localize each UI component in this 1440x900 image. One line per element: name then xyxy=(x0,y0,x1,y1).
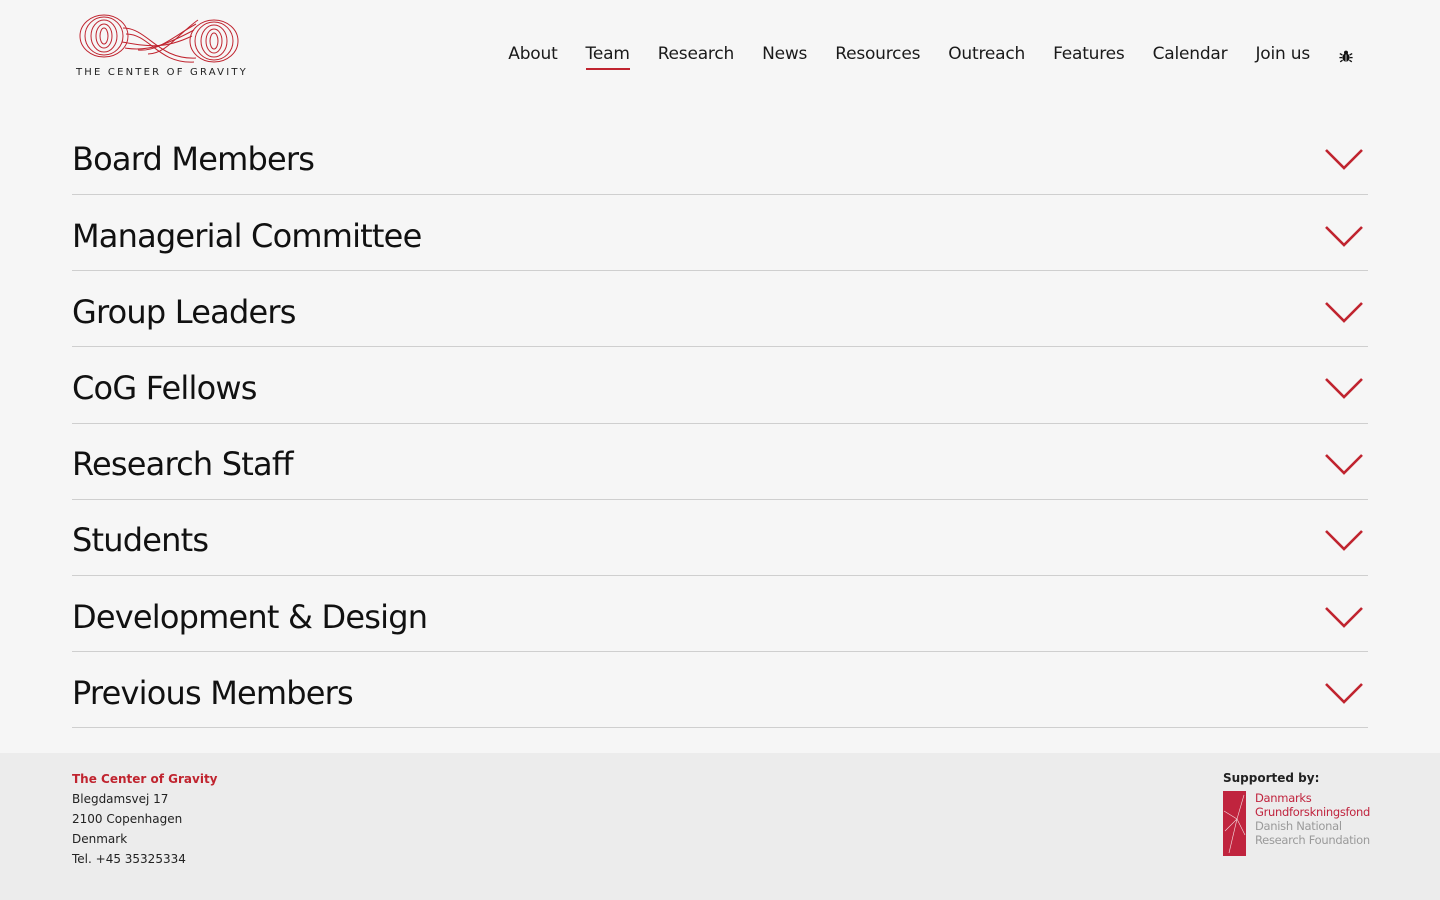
section-title: Development & Design xyxy=(72,597,428,636)
section-title: Board Members xyxy=(72,140,315,178)
nav-outreach[interactable]: Outreach xyxy=(948,44,1025,67)
chevron-down-icon[interactable] xyxy=(1324,452,1364,476)
section-title: Managerial Committee xyxy=(72,216,422,255)
accordion-cog-fellows[interactable]: CoG Fellows xyxy=(72,347,1368,424)
nav-resources[interactable]: Resources xyxy=(835,44,920,67)
footer-sponsor: Supported by: Danmarks Grundforskningsfo… xyxy=(1223,769,1373,857)
accordion-group-leaders[interactable]: Group Leaders xyxy=(72,271,1368,348)
accordion-development-design[interactable]: Development & Design xyxy=(72,576,1368,653)
sponsor-name-en-1: Danish National xyxy=(1255,819,1342,833)
nav-about[interactable]: About xyxy=(508,44,557,67)
dnrf-logo-icon xyxy=(1223,791,1246,856)
chevron-down-icon[interactable] xyxy=(1324,528,1364,552)
accordion-previous-members[interactable]: Previous Members xyxy=(72,652,1368,729)
footer-address: The Center of Gravity Blegdamsvej 17 210… xyxy=(72,769,218,869)
dnrf-logo-link[interactable]: Danmarks Grundforskningsfond Danish Nati… xyxy=(1223,791,1373,857)
chevron-down-icon[interactable] xyxy=(1324,147,1364,171)
nav-features[interactable]: Features xyxy=(1053,44,1125,67)
section-title: Group Leaders xyxy=(72,292,296,331)
accordion-board-members[interactable]: Board Members xyxy=(72,118,1368,195)
section-title: Research Staff xyxy=(72,445,294,484)
footer-org-name: The Center of Gravity xyxy=(72,772,218,786)
nav-team[interactable]: Team xyxy=(585,44,630,70)
nav-calendar[interactable]: Calendar xyxy=(1153,44,1228,67)
sponsor-name-da-2: Grundforskningsfond xyxy=(1255,805,1371,819)
chevron-down-icon[interactable] xyxy=(1324,300,1364,324)
team-accordion: Board Members Managerial Committee Group… xyxy=(72,118,1368,729)
accordion-managerial-committee[interactable]: Managerial Committee xyxy=(72,195,1368,272)
site-footer: The Center of Gravity Blegdamsvej 17 210… xyxy=(0,753,1440,900)
accordion-students[interactable]: Students xyxy=(72,500,1368,576)
bug-icon[interactable] xyxy=(1338,48,1354,64)
nav-news[interactable]: News xyxy=(762,44,807,67)
footer-city: 2100 Copenhagen xyxy=(72,812,183,826)
logo-wordmark: THE CENTER OF GRAVITY xyxy=(76,67,248,78)
supported-by-label: Supported by: xyxy=(1223,771,1320,785)
site-header: THE CENTER OF GRAVITY About Team Researc… xyxy=(0,0,1440,110)
footer-country: Denmark xyxy=(72,832,128,846)
section-title: Previous Members xyxy=(72,673,354,712)
sponsor-name-en-2: Research Foundation xyxy=(1255,833,1370,847)
sponsor-name-da-1: Danmarks xyxy=(1255,791,1312,805)
section-title: CoG Fellows xyxy=(72,368,257,407)
chevron-down-icon[interactable] xyxy=(1324,681,1364,705)
nav-research[interactable]: Research xyxy=(658,44,735,67)
footer-phone: Tel. +45 35325334 xyxy=(72,852,186,866)
accordion-research-staff[interactable]: Research Staff xyxy=(72,424,1368,500)
section-title: Students xyxy=(72,521,209,560)
footer-street: Blegdamsvej 17 xyxy=(72,792,169,806)
chevron-down-icon[interactable] xyxy=(1324,605,1364,629)
chevron-down-icon[interactable] xyxy=(1324,224,1364,248)
dnrf-logo-text: Danmarks Grundforskningsfond Danish Nati… xyxy=(1255,791,1370,847)
spiral-wave-logo-icon xyxy=(79,14,239,63)
chevron-down-icon[interactable] xyxy=(1324,376,1364,400)
main-nav: About Team Research News Resources Outre… xyxy=(480,44,1354,70)
site-logo[interactable]: THE CENTER OF GRAVITY xyxy=(74,14,252,84)
nav-join-us[interactable]: Join us xyxy=(1255,44,1310,67)
